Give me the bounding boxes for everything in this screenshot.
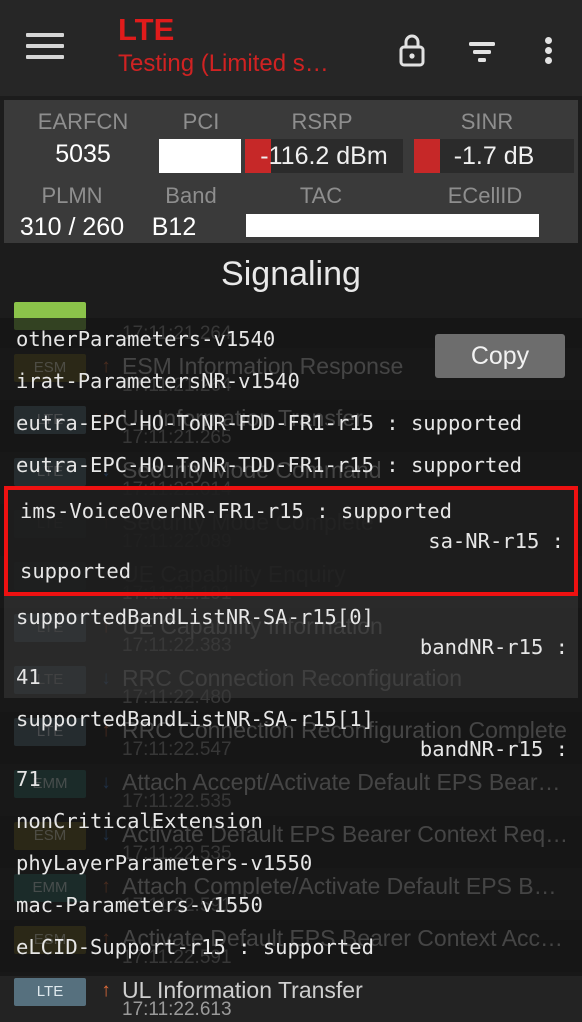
- detail-text-continuation: supported: [20, 559, 132, 583]
- detail-text: supportedBandListNR-SA-r15[0]: [16, 605, 374, 629]
- status-value-plmn: 310 / 260: [19, 213, 125, 241]
- hamburger-menu-icon[interactable]: [26, 33, 64, 61]
- signaling-timestamp: 17:11:22.613: [122, 999, 232, 1020]
- status-value-tac-ecellid-redacted: [246, 214, 539, 237]
- detail-row[interactable]: nonCriticalExtension: [4, 800, 578, 842]
- menu-dot: [545, 37, 552, 44]
- detail-row[interactable]: supportedBandListNR-SA-r15[0] bandNR-r15 …: [4, 596, 578, 698]
- menu-dot: [545, 47, 552, 54]
- page-title: LTE: [118, 12, 175, 47]
- status-gauge-rsrp: -116.2 dBm: [245, 139, 403, 173]
- status-label-rsrp: RSRP: [291, 109, 353, 134]
- detail-row[interactable]: eutra-EPC-HO-ToNR-TDD-FR1-r15 : supporte…: [4, 444, 578, 486]
- detail-text: eLCID-Support-r15 : supported: [16, 935, 374, 959]
- detail-text: phyLayerParameters-v1550: [16, 851, 313, 875]
- detail-row[interactable]: supportedBandListNR-SA-r15[1] bandNR-r15 …: [4, 698, 578, 800]
- detail-text: eutra-EPC-HO-ToNR-FDD-FR1-r15 : supporte…: [16, 411, 523, 435]
- signaling-list-item[interactable]: LTE ↑ UL Information Transfer 17:11:22.613: [0, 972, 582, 1022]
- detail-text-continuation: 41: [16, 665, 41, 689]
- detail-text-secondary: sa-NR-r15 :: [428, 529, 564, 553]
- overflow-menu-icon[interactable]: [526, 28, 570, 72]
- status-label-pci: PCI: [182, 109, 220, 134]
- menu-dot: [545, 57, 552, 64]
- hamburger-line: [26, 55, 64, 59]
- filter-icon[interactable]: [460, 28, 504, 72]
- detail-text: supportedBandListNR-SA-r15[1]: [16, 707, 374, 731]
- section-title: Signaling: [221, 255, 361, 293]
- page-subtitle: Testing (Limited s…: [118, 50, 329, 77]
- detail-row-list[interactable]: otherParameters-v1540 irat-ParametersNR-v…: [4, 318, 578, 968]
- status-value-pci-redacted: [159, 139, 241, 173]
- status-label-ecellid: ECellID: [447, 183, 523, 208]
- hamburger-line: [26, 44, 64, 48]
- network-status-panel: EARFCN PCI RSRP SINR 5035 -116.2 dBm -1.…: [4, 100, 578, 243]
- detail-row[interactable]: eLCID-Support-r15 : supported: [4, 926, 578, 968]
- detail-row[interactable]: eutra-EPC-HO-ToNR-FDD-FR1-r15 : supporte…: [4, 402, 578, 444]
- status-label-tac: TAC: [299, 183, 343, 208]
- detail-row-highlighted[interactable]: ims-VoiceOverNR-FR1-r15 : supported sa-NR…: [4, 486, 578, 596]
- status-label-plmn: PLMN: [41, 183, 103, 208]
- status-label-band: Band: [165, 183, 217, 208]
- detail-text: eutra-EPC-HO-ToNR-TDD-FR1-r15 : supporte…: [16, 453, 523, 477]
- detail-text: ims-VoiceOverNR-FR1-r15 : supported: [20, 499, 452, 523]
- copy-button[interactable]: Copy: [435, 334, 565, 378]
- detail-row[interactable]: phyLayerParameters-v1550: [4, 842, 578, 884]
- status-gauge-sinr: -1.7 dB: [414, 139, 574, 173]
- detail-row[interactable]: mac-Parameters-v1550: [4, 884, 578, 926]
- status-value-sinr: -1.7 dB: [453, 142, 535, 170]
- detail-text-secondary: bandNR-r15 :: [419, 737, 568, 761]
- app-bar: LTE Testing (Limited s…: [0, 0, 582, 96]
- detail-text-continuation: 71: [16, 767, 41, 791]
- uplink-arrow-icon: ↑: [101, 980, 111, 1001]
- status-value-earfcn: 5035: [55, 140, 111, 168]
- detail-text: mac-Parameters-v1550: [16, 893, 263, 917]
- status-label-sinr: SINR: [460, 109, 514, 134]
- app-title-block: LTE Testing (Limited s…: [118, 12, 368, 80]
- hamburger-line: [26, 33, 64, 37]
- message-detail-overlay: otherParameters-v1540 irat-ParametersNR-v…: [4, 318, 578, 976]
- status-value-band: B12: [151, 213, 197, 241]
- status-value-rsrp: -116.2 dBm: [260, 142, 388, 170]
- protocol-badge: LTE: [14, 978, 86, 1006]
- detail-text-secondary: bandNR-r15 :: [419, 635, 568, 659]
- status-label-earfcn: EARFCN: [37, 109, 129, 134]
- lock-icon[interactable]: [390, 28, 434, 72]
- detail-text: nonCriticalExtension: [16, 809, 263, 833]
